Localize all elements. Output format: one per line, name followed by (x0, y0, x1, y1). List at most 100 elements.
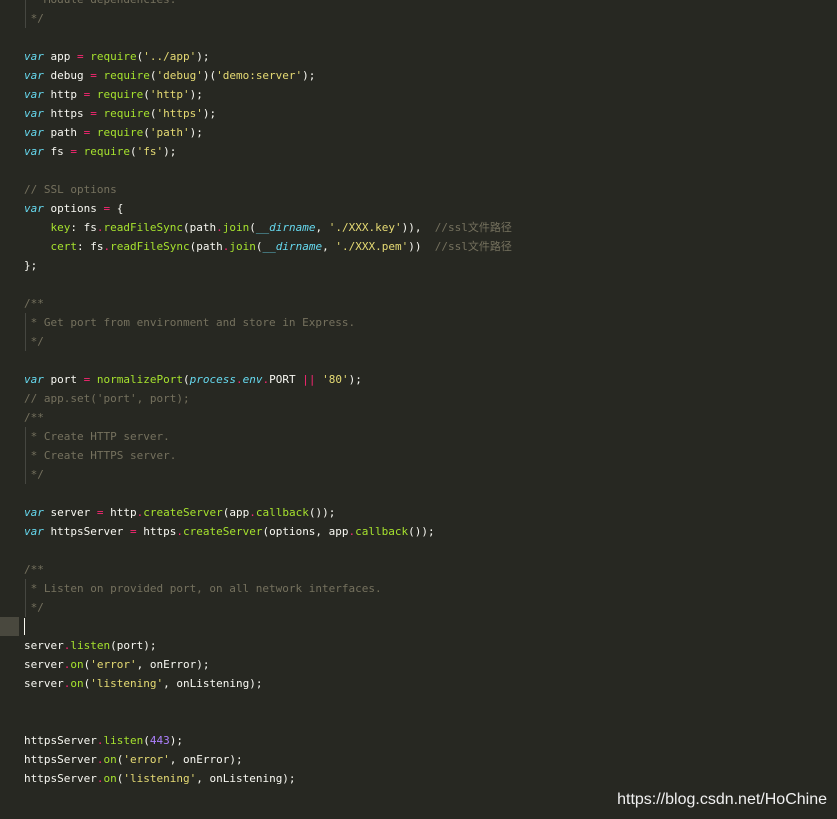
code-line[interactable]: var port = normalizePort(process.env.POR… (0, 370, 837, 389)
code-line[interactable]: /** (0, 408, 837, 427)
code-token: */ (24, 468, 44, 481)
code-line[interactable] (0, 28, 837, 47)
code-token: require (103, 107, 150, 120)
code-token: ); (163, 145, 177, 158)
code-line[interactable]: var fs = require('fs'); (0, 142, 837, 161)
code-token: callback (255, 506, 309, 519)
code-line[interactable]: cert: fs.readFileSync(path.join(__dirnam… (0, 237, 837, 256)
code-token: ( (129, 145, 137, 158)
code-line[interactable]: * Listen on provided port, on all networ… (0, 579, 837, 598)
code-line[interactable]: * Get port from environment and store in… (0, 313, 837, 332)
code-token: , onListening); (163, 677, 263, 690)
code-line[interactable]: */ (0, 332, 837, 351)
code-token: '../app' (143, 50, 197, 63)
code-line[interactable]: */ (0, 9, 837, 28)
indent-guide (25, 332, 26, 351)
code-line[interactable] (0, 275, 837, 294)
code-line[interactable]: var options = { (0, 199, 837, 218)
code-token: fs (43, 145, 71, 158)
code-token: 'https' (156, 107, 203, 120)
code-line[interactable]: httpsServer.on('listening', onListening)… (0, 769, 837, 788)
watermark-url: https://blog.csdn.net/HoChine (617, 791, 827, 808)
code-token: || (302, 373, 316, 386)
code-editor[interactable]: * Module dependencies. */ var app = requi… (0, 0, 837, 788)
code-line[interactable] (0, 712, 837, 731)
code-line[interactable]: var http = require('http'); (0, 85, 837, 104)
indent-guide (25, 313, 26, 332)
code-line[interactable]: // SSL options (0, 180, 837, 199)
code-token: httpsServer (24, 734, 97, 747)
code-token: ); (189, 88, 203, 101)
code-line[interactable]: var debug = require('debug')('demo:serve… (0, 66, 837, 85)
code-token: join (229, 240, 256, 253)
code-line[interactable] (0, 351, 837, 370)
code-token: ( (143, 734, 150, 747)
code-line[interactable]: }; (0, 256, 837, 275)
code-token: readFileSync (103, 221, 183, 234)
code-token: server (24, 639, 64, 652)
code-line[interactable]: var httpsServer = https.createServer(opt… (0, 522, 837, 541)
indent-guide (25, 598, 26, 617)
code-token: (path (182, 221, 217, 234)
code-line-cursor[interactable] (0, 617, 837, 636)
code-token: ); (196, 50, 210, 63)
code-line[interactable]: // app.set('port', port); (0, 389, 837, 408)
code-token: var (24, 107, 44, 120)
code-line[interactable]: * Module dependencies. (0, 0, 837, 9)
code-line[interactable]: server.listen(port); (0, 636, 837, 655)
code-token: /** (24, 563, 44, 576)
code-token: on (70, 658, 84, 671)
code-line[interactable]: var path = require('path'); (0, 123, 837, 142)
code-line[interactable]: key: fs.readFileSync(path.join(__dirname… (0, 218, 837, 237)
code-line[interactable]: server.on('error', onError); (0, 655, 837, 674)
code-line[interactable]: var server = http.createServer(app.callb… (0, 503, 837, 522)
code-line[interactable] (0, 161, 837, 180)
code-token: require (90, 50, 137, 63)
code-token: )) (408, 240, 435, 253)
code-line[interactable] (0, 541, 837, 560)
code-token: //ssl文件路径 (434, 240, 512, 253)
code-token: . (249, 506, 256, 519)
code-token: on (103, 772, 117, 785)
code-token: process (189, 373, 236, 386)
code-token: = (90, 69, 97, 82)
code-token: /** (24, 411, 44, 424)
code-token: 'listening' (90, 677, 164, 690)
code-line[interactable]: server.on('listening', onListening); (0, 674, 837, 693)
code-token: var (24, 88, 44, 101)
code-token: * Create HTTPS server. (24, 449, 177, 462)
code-line[interactable]: */ (0, 598, 837, 617)
code-token: 'http' (149, 88, 190, 101)
indent-guide (25, 9, 26, 28)
code-token: ( (182, 373, 190, 386)
code-line[interactable]: var app = require('../app'); (0, 47, 837, 66)
code-line[interactable]: */ (0, 465, 837, 484)
code-token: */ (24, 601, 44, 614)
code-line[interactable]: /** (0, 560, 837, 579)
code-token: var (24, 202, 44, 215)
code-line[interactable] (0, 484, 837, 503)
code-token: callback (355, 525, 409, 538)
code-token: createServer (143, 506, 223, 519)
code-line[interactable]: httpsServer.listen(443); (0, 731, 837, 750)
code-token: (app (222, 506, 250, 519)
code-token: httpsServer (24, 753, 97, 766)
code-line[interactable]: httpsServer.on('error', onError); (0, 750, 837, 769)
indent-guide (25, 446, 26, 465)
code-token: * Module dependencies. (24, 0, 177, 6)
code-token: , (315, 221, 329, 234)
code-token: : fs (77, 240, 104, 253)
code-token: listen (70, 639, 111, 652)
code-line[interactable] (0, 693, 837, 712)
code-token: require (103, 69, 150, 82)
code-line[interactable]: var https = require('https'); (0, 104, 837, 123)
code-line[interactable]: * Create HTTP server. (0, 427, 837, 446)
code-token: 'path' (149, 126, 190, 139)
code-token: = (90, 107, 97, 120)
code-line[interactable]: /** (0, 294, 837, 313)
code-line[interactable]: * Create HTTPS server. (0, 446, 837, 465)
